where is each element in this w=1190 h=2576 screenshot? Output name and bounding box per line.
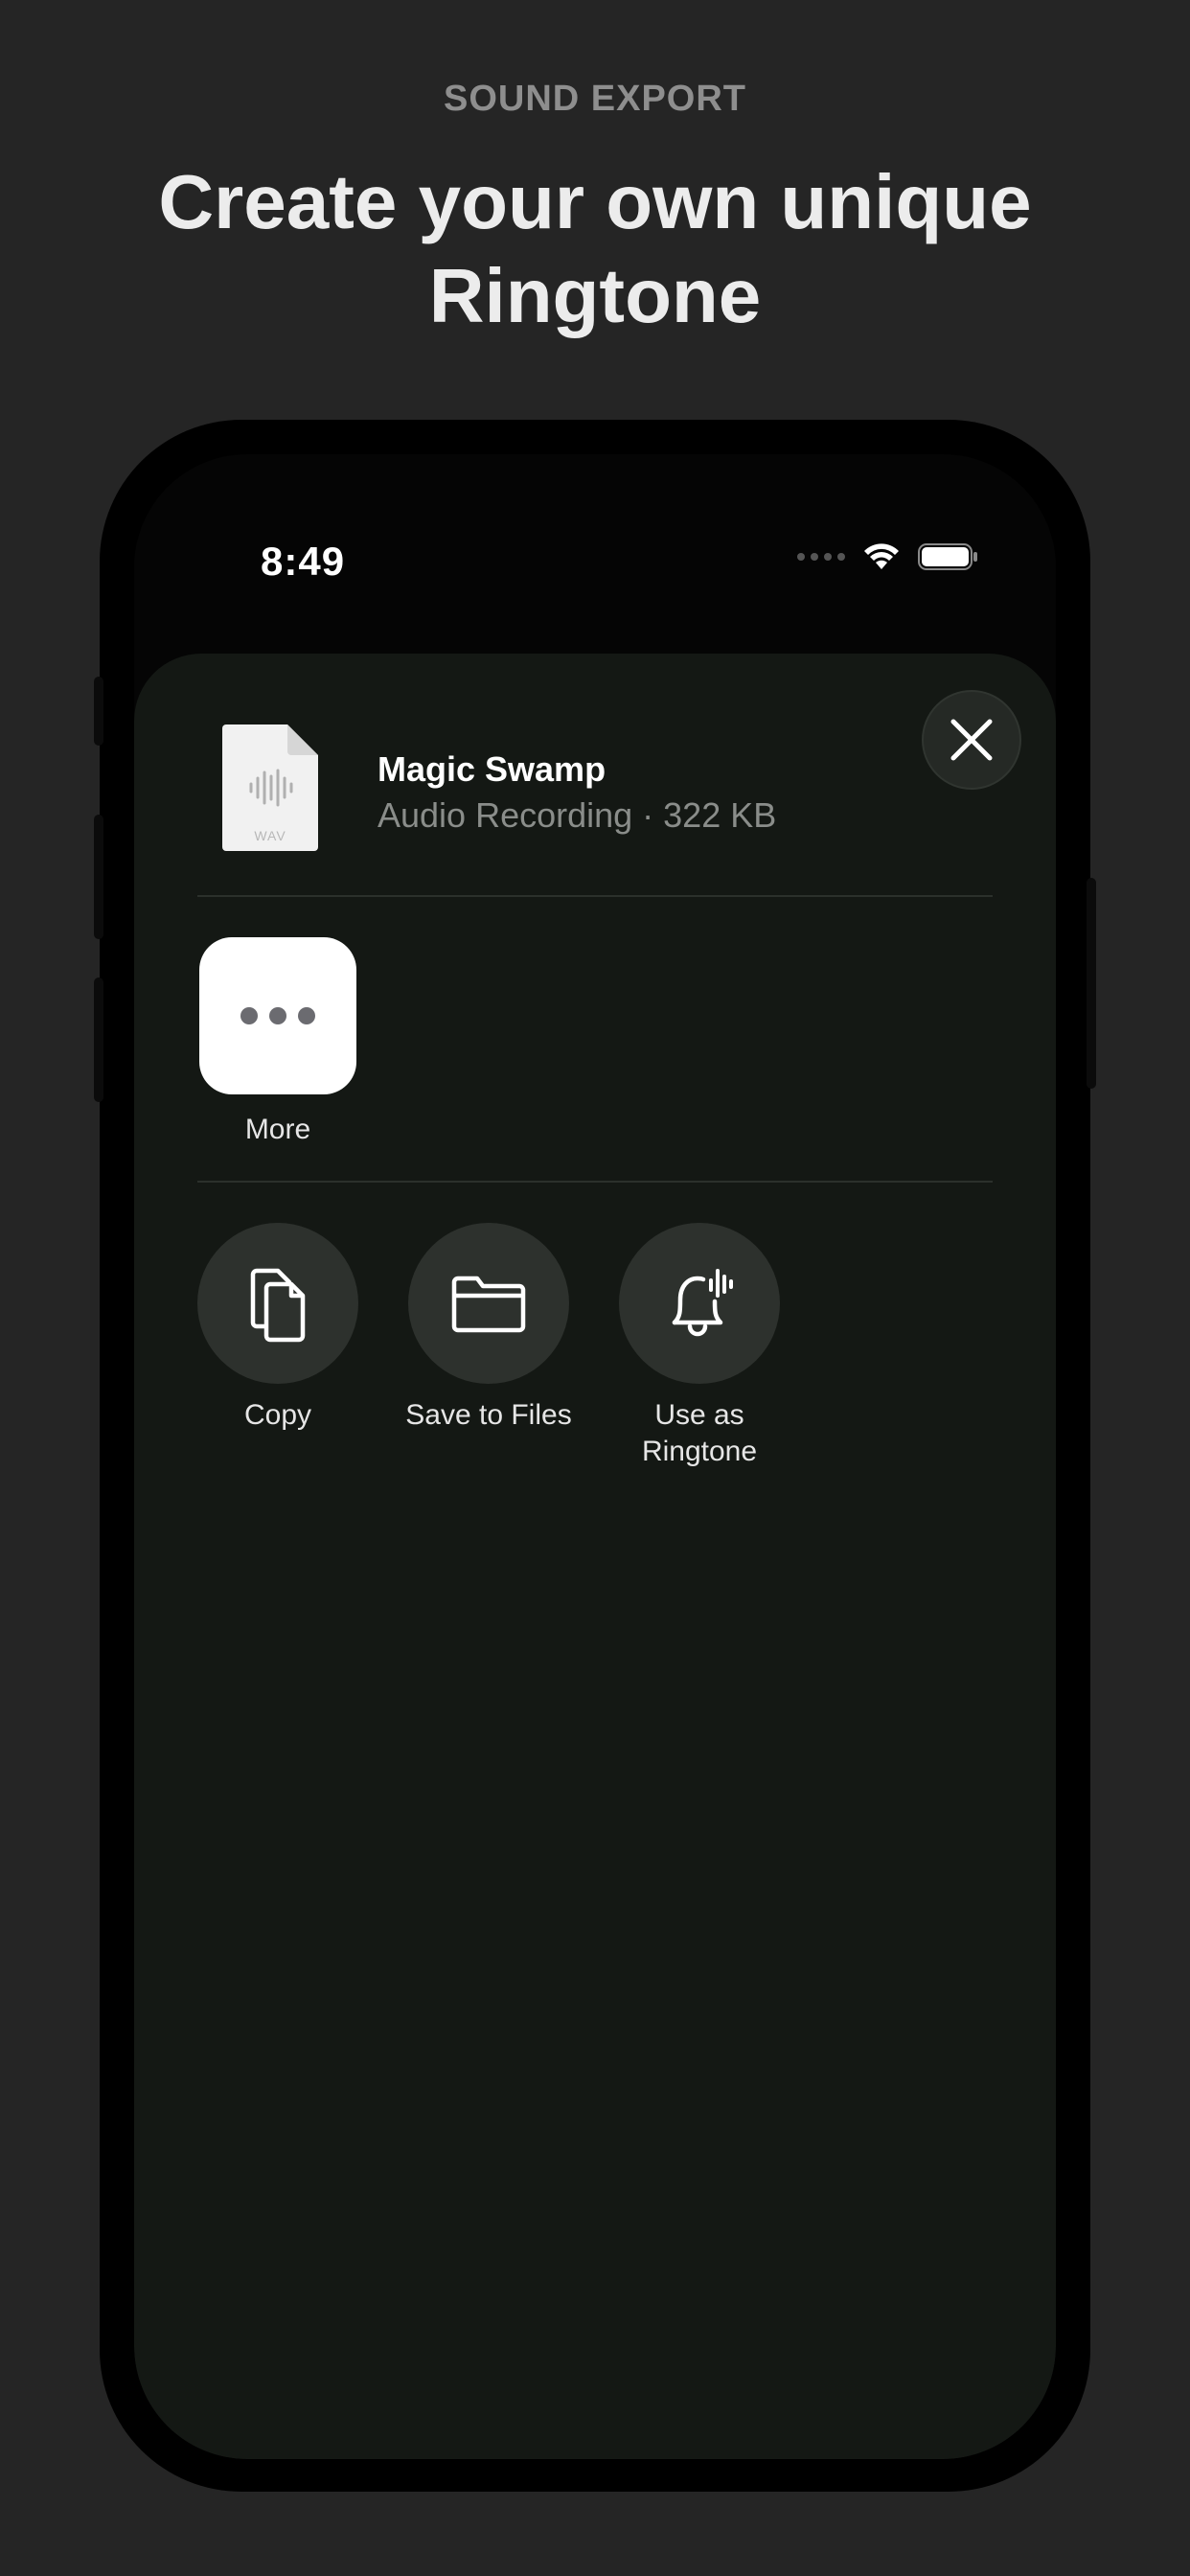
mute-switch [94,677,103,746]
file-type-label: WAV [254,828,286,843]
promo-kicker: SOUND EXPORT [443,79,747,119]
status-time: 8:49 [261,539,346,584]
file-title: Magic Swamp [378,749,606,789]
use-as-ringtone-button[interactable] [619,1223,780,1384]
more-apps-label: More [244,1114,311,1145]
phone-screen: 8:49 WAV Magic Swamp Audio Recording · 3… [134,454,1056,2459]
cellular-dots-icon [797,553,845,561]
power-button [1087,878,1096,1089]
wifi-icon [864,543,899,569]
volume-up-button [94,815,103,939]
ellipsis-icon [240,1007,258,1024]
bell-icon [672,1269,733,1337]
file-subtitle: Audio Recording · 322 KB [378,795,777,835]
close-button[interactable] [922,690,1021,790]
phone-frame: 8:49 WAV Magic Swamp Audio Recording · 3… [94,420,1096,2492]
share-sheet: WAV Magic Swamp Audio Recording · 322 KB… [134,654,1056,2459]
use-as-ringtone-label: Use as Ringtone [641,1399,758,1467]
close-icon [950,719,993,761]
apps-divider [197,1181,993,1183]
waveform-document-icon: WAV [220,723,320,858]
more-apps-button[interactable] [199,937,356,1094]
status-icons [797,542,979,571]
battery-icon [918,543,977,570]
folder-icon [451,1276,526,1333]
copy-icon [250,1268,306,1343]
promo-headline: Create your own unique Ringtone [158,159,1032,338]
save-to-files-button[interactable] [408,1223,569,1384]
save-to-files-label: Save to Files [405,1399,572,1431]
header-divider [197,895,993,897]
copy-label: Copy [243,1399,312,1431]
volume-down-button [94,978,103,1102]
copy-button[interactable] [197,1223,358,1384]
